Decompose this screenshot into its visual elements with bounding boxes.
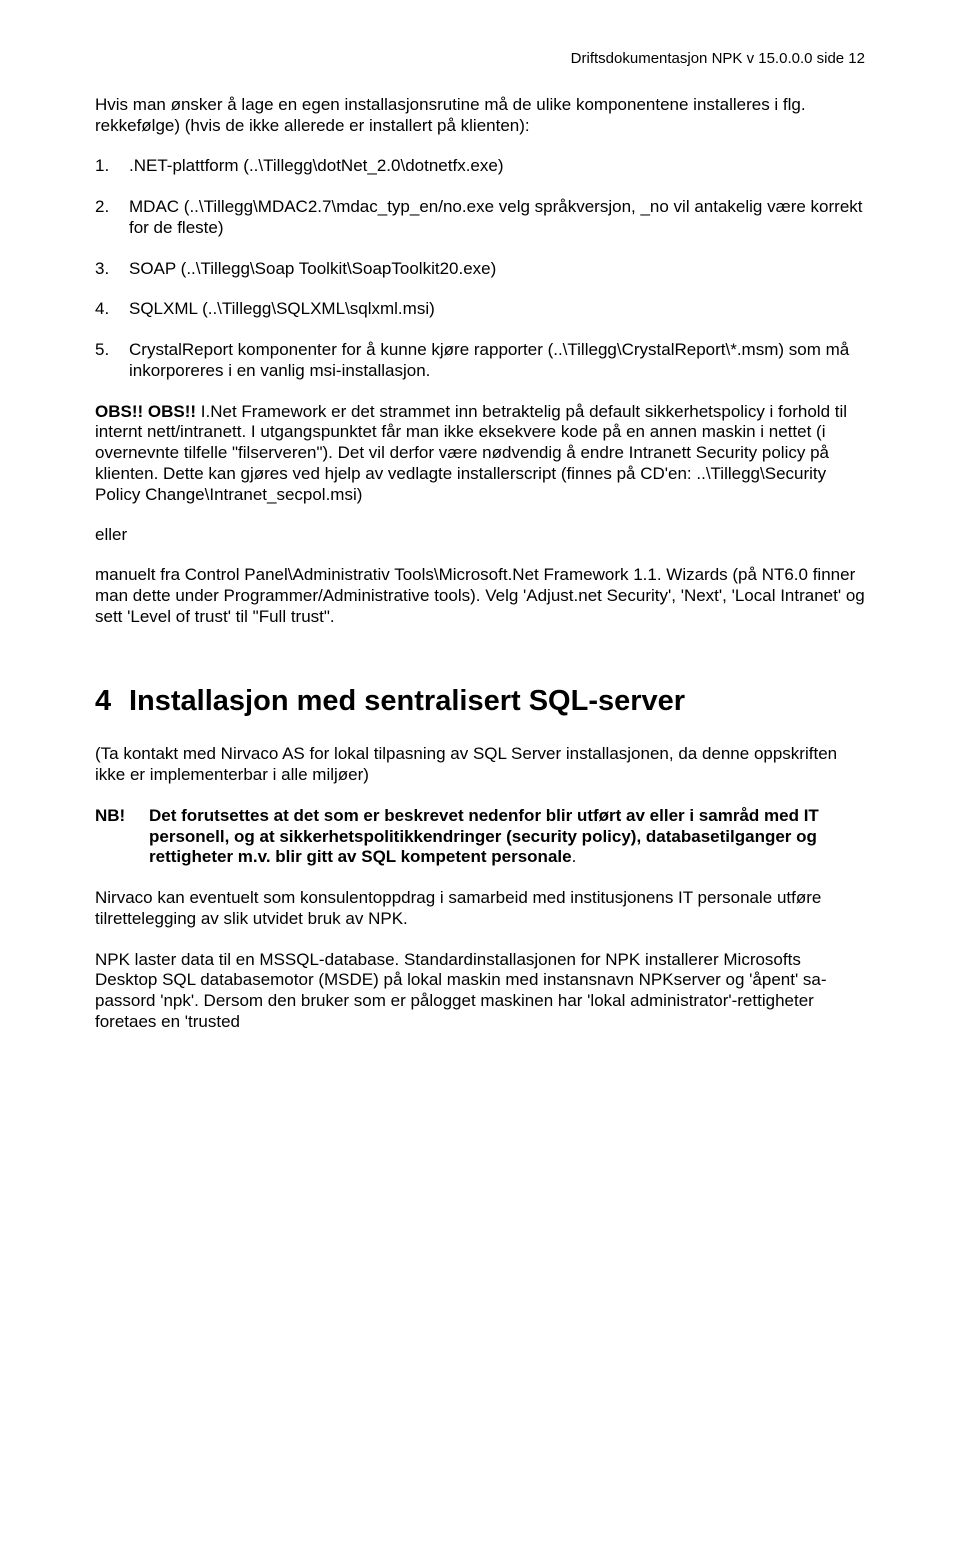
- section-paragraph-1: (Ta kontakt med Nirvaco AS for lokal til…: [95, 744, 865, 785]
- list-text: SOAP (..\Tillegg\Soap Toolkit\SoapToolki…: [129, 259, 865, 280]
- list-item: 3. SOAP (..\Tillegg\Soap Toolkit\SoapToo…: [95, 259, 865, 280]
- nb-bold-text: Det forutsettes at det som er beskrevet …: [149, 806, 819, 866]
- list-text: SQLXML (..\Tillegg\SQLXML\sqlxml.msi): [129, 299, 865, 320]
- page-header: Driftsdokumentasjon NPK v 15.0.0.0 side …: [95, 50, 865, 67]
- list-text: MDAC (..\Tillegg\MDAC2.7\mdac_typ_en/no.…: [129, 197, 865, 238]
- nb-row: NB! Det forutsettes at det som er beskre…: [95, 806, 865, 868]
- nb-dot: .: [572, 847, 577, 866]
- section-title: Installasjon med sentralisert SQL-server: [129, 685, 865, 718]
- eller-text: eller: [95, 525, 865, 545]
- section-paragraph-2: Nirvaco kan eventuelt som konsulentoppdr…: [95, 888, 865, 929]
- list-number: 3.: [95, 259, 129, 280]
- nb-body: Det forutsettes at det som er beskrevet …: [149, 806, 865, 868]
- section-paragraph-3: NPK laster data til en MSSQL-database. S…: [95, 950, 865, 1033]
- nb-label: NB!: [95, 806, 149, 868]
- document-page: Driftsdokumentasjon NPK v 15.0.0.0 side …: [0, 0, 960, 1558]
- obs-paragraph: OBS!! OBS!! I.Net Framework er det stram…: [95, 402, 865, 506]
- section-number: 4: [95, 685, 129, 718]
- list-item: 1. .NET-plattform (..\Tillegg\dotNet_2.0…: [95, 156, 865, 177]
- list-item: 2. MDAC (..\Tillegg\MDAC2.7\mdac_typ_en/…: [95, 197, 865, 238]
- section-heading: 4 Installasjon med sentralisert SQL-serv…: [95, 685, 865, 718]
- list-number: 1.: [95, 156, 129, 177]
- list-item: 5. CrystalReport komponenter for å kunne…: [95, 340, 865, 381]
- list-text: .NET-plattform (..\Tillegg\dotNet_2.0\do…: [129, 156, 865, 177]
- list-number: 5.: [95, 340, 129, 381]
- list-number: 4.: [95, 299, 129, 320]
- intro-paragraph: Hvis man ønsker å lage en egen installas…: [95, 95, 865, 136]
- manuelt-paragraph: manuelt fra Control Panel\Administrativ …: [95, 565, 865, 627]
- list-text: CrystalReport komponenter for å kunne kj…: [129, 340, 865, 381]
- obs-rest: I.Net Framework er det strammet inn betr…: [95, 402, 847, 504]
- list-item: 4. SQLXML (..\Tillegg\SQLXML\sqlxml.msi): [95, 299, 865, 320]
- obs-bold: OBS!! OBS!!: [95, 402, 196, 421]
- list-number: 2.: [95, 197, 129, 238]
